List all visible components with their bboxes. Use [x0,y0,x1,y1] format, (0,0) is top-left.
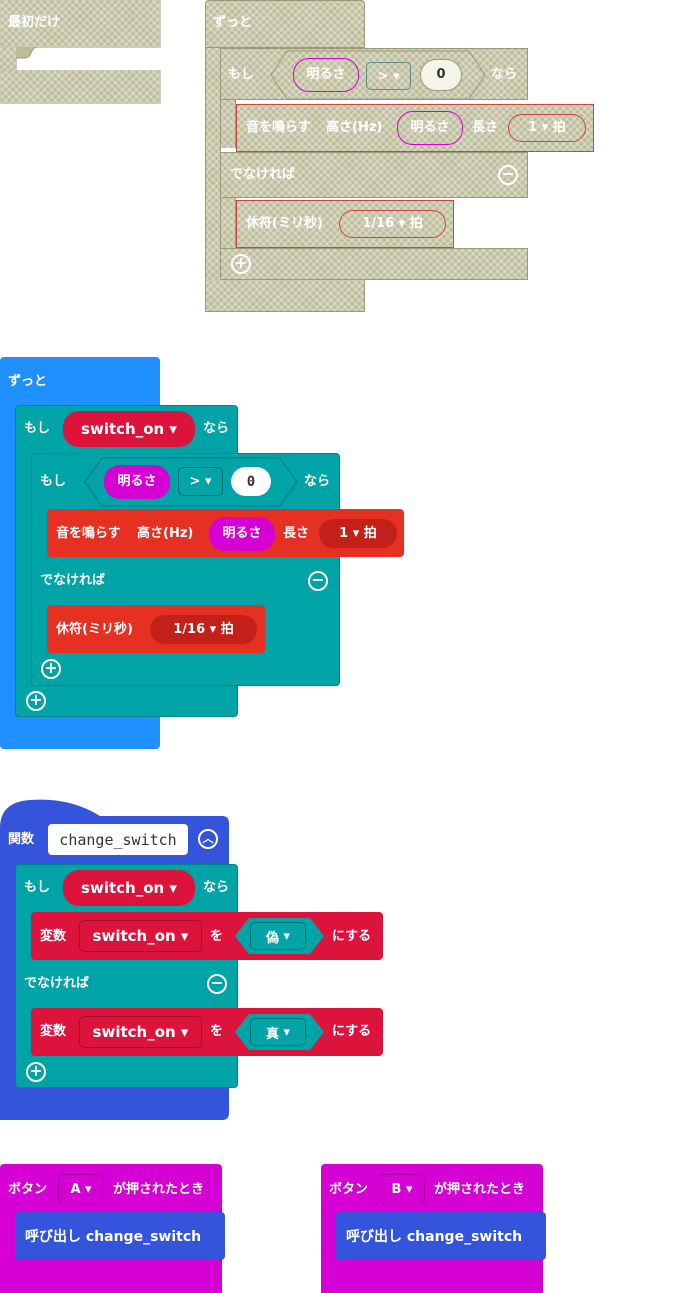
button-b-dropdown[interactable]: B ▾ [379,1174,425,1204]
button-b-label: ボタン [329,1182,369,1197]
button-a-event: が押されたとき [113,1182,205,1197]
button-a-call-block[interactable]: 呼び出し change_switch [15,1212,225,1260]
button-a-label: ボタン [8,1182,48,1197]
button-b-event: が押されたとき [434,1182,526,1197]
true-hex [235,1014,324,1050]
true-value-dropdown[interactable]: 真 ▾ [250,1018,306,1046]
button-b-call-block[interactable]: 呼び出し change_switch [336,1212,546,1260]
button-a-dropdown[interactable]: A ▾ [58,1174,104,1204]
function-plus-icon[interactable]: + [26,1062,46,1082]
set-true-suffix: にする [332,1024,372,1039]
